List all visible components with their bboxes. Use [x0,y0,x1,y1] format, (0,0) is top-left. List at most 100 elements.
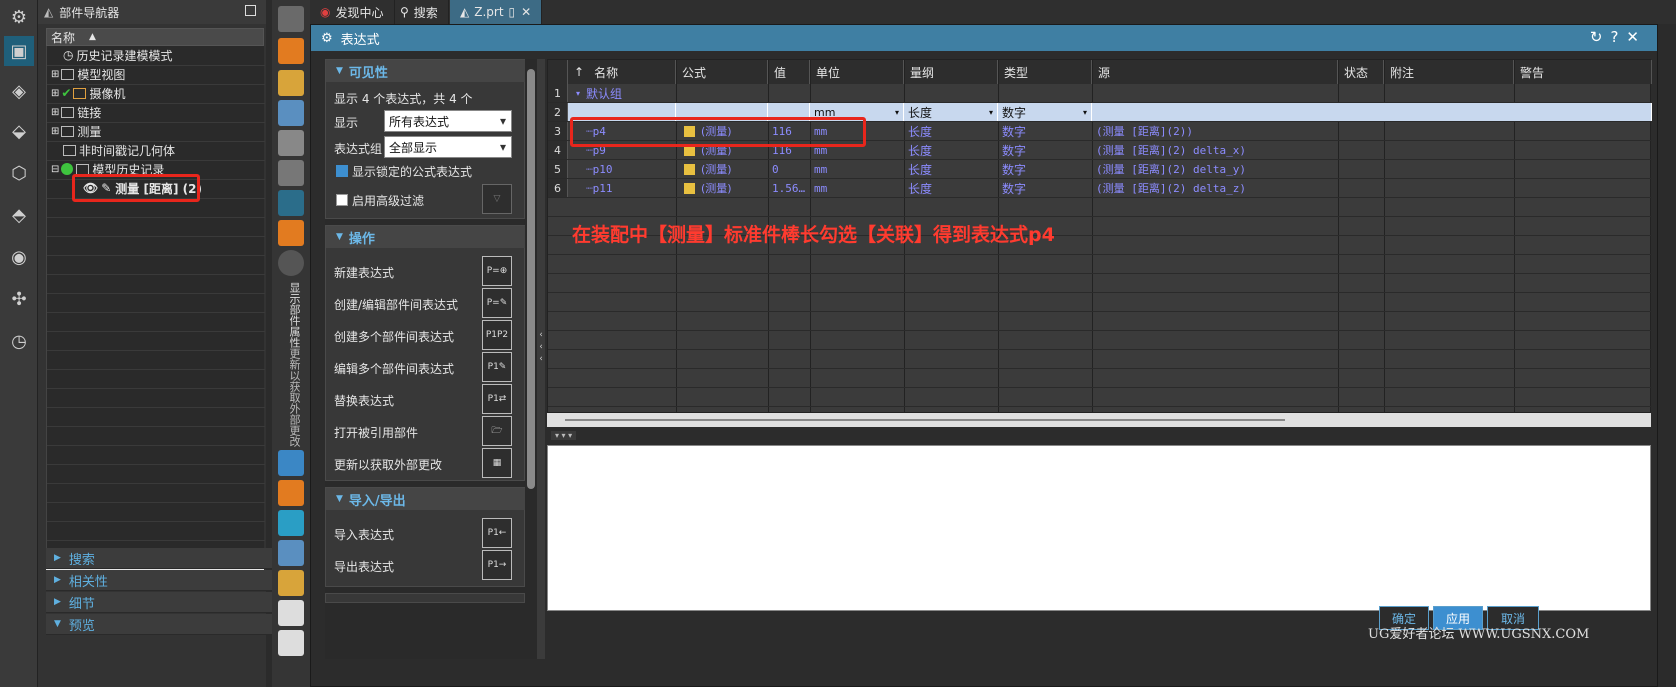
new-expression-button[interactable]: P=⊕ [482,256,512,286]
column-name[interactable]: ↑ 名称 [568,60,676,84]
description-text-area[interactable] [547,445,1651,611]
section-search[interactable]: ▶ 搜索 [46,548,272,569]
pattern-icon[interactable] [278,130,304,156]
grid-corner [548,60,568,84]
spreadsheet-icon[interactable] [278,630,304,656]
annotation-text: 在装配中【测量】标准件棒长勾选【关联】得到表达式p4 [572,224,1055,246]
update-external-label[interactable]: 更新以获取外部更改 [284,348,301,447]
offset-icon[interactable] [278,220,304,246]
assembly-navigator-icon[interactable]: ◈ [4,76,34,106]
column-header-name[interactable]: 名称 ▲ [46,28,264,46]
reuse-library-icon[interactable]: ⬡ [4,158,34,188]
group-select[interactable]: 全部显示 [384,136,512,158]
datum-plane-icon[interactable] [278,100,304,126]
column-unit[interactable]: 单位 [810,60,904,84]
open-referenced-part-button[interactable]: 🗁 [482,416,512,446]
column-status[interactable]: 状态 [1338,60,1384,84]
table-row[interactable]: 5 ┈ p10 (测量) 0 mm 长度 数字 (测量 [距离](2) delta… [548,160,1652,179]
close-icon[interactable]: ✕ [1626,28,1647,46]
tab-z-prt[interactable]: ◭ Z.prt ▯ ✕ [450,0,543,24]
operations-header[interactable]: ▼ 操作 [326,226,534,248]
tree-item-links[interactable]: ⊞ 链接 [51,103,101,121]
surface-icon[interactable] [278,510,304,536]
show-locked-checkbox[interactable] [336,165,348,177]
block-icon[interactable] [278,38,304,64]
edit-multiple-interpart-button[interactable]: P1✎ [482,352,512,382]
show-select[interactable]: 所有表达式 [384,110,512,132]
row-name: ┈ p10 [586,162,613,176]
close-tab-icon[interactable]: ✕ [521,5,531,19]
column-value[interactable]: 值 [768,60,810,84]
curve-icon[interactable] [278,190,304,216]
tab-discovery[interactable]: ◉ 发现中心 [310,0,395,24]
settings-group-collapsed[interactable] [325,593,525,603]
expand-icon[interactable]: ⊞ [51,69,59,80]
collapse-icon[interactable]: ⊟ [51,164,59,175]
delete-body-icon[interactable] [278,160,304,186]
tree-item-cameras[interactable]: ⊞ ✔ 摄像机 [51,84,125,102]
create-multiple-interpart-button[interactable]: P1P2 [482,320,512,350]
export-expressions-button[interactable]: P1→ [482,550,512,580]
expand-icon[interactable]: ⊞ [51,107,59,118]
web-browser-icon[interactable]: ◉ [4,242,34,272]
help-icon[interactable]: ? [1610,28,1626,46]
new-part-icon[interactable] [278,6,304,32]
tree-item-history-mode[interactable]: ◷ 历史记录建模模式 [63,46,173,64]
new-type-select[interactable]: 数字 ▾ [998,103,1092,121]
column-notes[interactable]: 附注 [1384,60,1514,84]
new-expression-label: 新建表达式 [334,266,395,280]
reset-icon[interactable]: ↻ [1590,28,1611,46]
mesh-icon[interactable] [278,540,304,566]
update-external-changes-button[interactable]: ▦ [482,448,512,478]
wave-2-icon[interactable] [278,480,304,506]
navigator-title-bar: ◭ 部件导航器 [38,0,266,24]
tab-search[interactable]: ⚲ 搜索 [390,0,449,24]
visibility-header[interactable]: ▼ 可见性 [326,60,534,82]
column-formula[interactable]: 公式 [676,60,768,84]
collapse-panel-icon[interactable]: ‹ ‹ ‹ [537,329,545,365]
panel-splitter[interactable]: ‹ ‹ ‹ [537,59,545,659]
replace-expression-button[interactable]: P1⇄ [482,384,512,414]
expand-arrows-icon[interactable]: ▾ ▾ ▾ [551,431,577,440]
table-row[interactable]: 6 ┈ p11 (测量) 1.56… mm 长度 数字 (测量 [距离](2) d… [548,179,1652,198]
table-row-group[interactable]: 1 ▾ 默认组 [548,84,1652,103]
expand-icon[interactable]: ⊞ [51,126,59,137]
create-edit-interpart-button[interactable]: P=✎ [482,288,512,318]
section-preview[interactable]: ▼ 预览 [46,614,272,635]
import-expressions-button[interactable]: P1← [482,518,512,548]
navigator-title: 部件导航器 [59,5,120,20]
advanced-filter-checkbox[interactable] [336,194,348,206]
tree-item-non-timestamp[interactable]: 非时间戳记几何体 [63,141,175,159]
column-type[interactable]: 类型 [998,60,1092,84]
import-export-header[interactable]: ▼ 导入/导出 [326,488,534,510]
tree-item-measurements[interactable]: ⊞ 测量 [51,122,101,140]
section-details[interactable]: ▶ 细节 [46,592,272,613]
rotate-icon[interactable] [278,250,304,276]
document-tabs: ◉ 发现中心 ⚲ 搜索 ◭ Z.prt ▯ ✕ [310,0,1676,24]
new-dimension-select[interactable]: 长度 ▾ [904,103,998,121]
filter-funnel-icon[interactable]: ▽ [482,184,512,214]
part-navigator-icon[interactable]: ▣ [4,36,34,66]
collapse-arrow-icon: ▼ [336,494,343,504]
extrude-icon[interactable] [278,70,304,96]
tree-item-model-views[interactable]: ⊞ 模型视图 [51,65,125,83]
section-dependencies[interactable]: ▶ 相关性 [46,570,272,591]
expand-icon[interactable]: ⊞ [51,88,59,99]
history-icon[interactable]: ◷ [4,326,34,356]
roles-icon[interactable]: ✣ [4,284,34,314]
wave-icon[interactable] [278,450,304,476]
settings-icon[interactable]: ⚙ [4,2,34,32]
table-icon[interactable] [278,600,304,626]
left-panel-scrollbar[interactable] [525,59,537,659]
assembly-icon[interactable] [278,570,304,596]
constraint-navigator-icon[interactable]: ⬙ [4,116,34,146]
checkmark-icon[interactable]: ✔ [61,86,71,100]
hd3d-tools-icon[interactable]: ⬘ [4,200,34,230]
grid-horizontal-scrollbar[interactable] [547,413,1651,427]
column-dimension[interactable]: 量纲 [904,60,998,84]
column-source[interactable]: 源 [1092,60,1338,84]
column-warnings[interactable]: 警告 [1514,60,1652,84]
show-part-attributes-label[interactable]: 显示部件属性 [284,282,301,348]
maximize-icon[interactable] [245,5,256,16]
advanced-filter-label: 启用高级过滤 [352,194,425,208]
